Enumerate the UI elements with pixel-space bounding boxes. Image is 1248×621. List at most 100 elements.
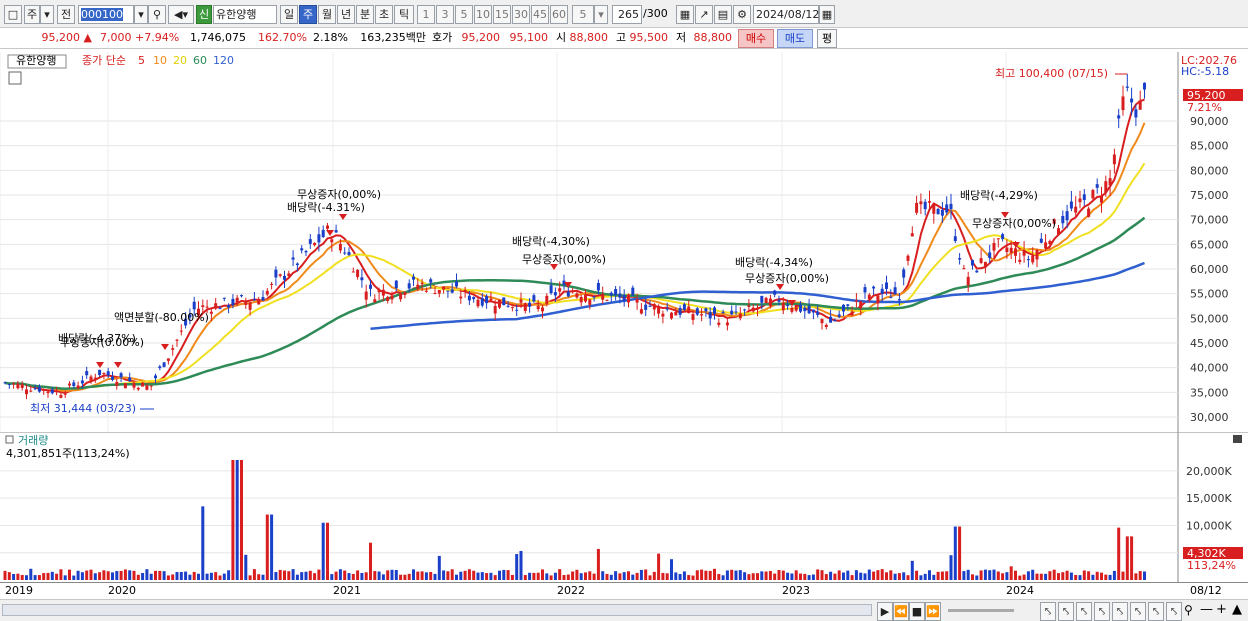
zoom-search-icon[interactable]: ⚲ bbox=[1184, 603, 1193, 617]
tab-second[interactable]: 초 bbox=[375, 5, 393, 24]
volume-bar bbox=[59, 569, 63, 580]
zoom-in-icon[interactable]: + bbox=[1216, 602, 1227, 617]
date-input[interactable]: 2024/08/12 bbox=[753, 5, 819, 24]
interval-10[interactable]: 10 bbox=[474, 5, 492, 24]
period-toggle[interactable]: 주 bbox=[24, 5, 40, 24]
candle-body bbox=[394, 280, 398, 289]
candle-body bbox=[29, 390, 33, 392]
volume-bar bbox=[992, 569, 996, 580]
volume-bar bbox=[1014, 570, 1017, 580]
candle-body bbox=[1125, 86, 1129, 88]
code-dropdown-icon[interactable]: ▾ bbox=[134, 5, 148, 24]
tab-minute[interactable]: 분 bbox=[356, 5, 374, 24]
interval-1[interactable]: 1 bbox=[417, 5, 435, 24]
interval-5[interactable]: 5 bbox=[455, 5, 473, 24]
draw-tool-icon-1[interactable]: ⤣ bbox=[1040, 602, 1056, 621]
draw-tool-icon-6[interactable]: ⤣ bbox=[1130, 602, 1146, 621]
zoom-slider[interactable] bbox=[948, 609, 1014, 612]
draw-tool-icon-8[interactable]: ⤣ bbox=[1166, 602, 1182, 621]
volume-bar bbox=[72, 575, 76, 580]
draw-tool-icon-4[interactable]: ⤣ bbox=[1094, 602, 1110, 621]
volume-bar bbox=[975, 575, 979, 580]
volume-close-icon[interactable] bbox=[1233, 435, 1242, 443]
volume-bar bbox=[300, 572, 304, 580]
candle-body bbox=[584, 295, 587, 302]
candle-body bbox=[811, 309, 815, 313]
interval-3[interactable]: 3 bbox=[436, 5, 454, 24]
candle-body bbox=[953, 236, 957, 241]
interval-45[interactable]: 45 bbox=[531, 5, 549, 24]
candle-body bbox=[59, 395, 63, 398]
scroll-right-icon[interactable]: ▶ bbox=[877, 602, 893, 621]
volume-bar bbox=[1001, 573, 1005, 580]
candle-body bbox=[515, 309, 519, 311]
volume-bar bbox=[132, 570, 136, 580]
tab-tick[interactable]: 틱 bbox=[394, 5, 414, 24]
tab-month[interactable]: 월 bbox=[318, 5, 336, 24]
save-icon[interactable]: ▤ bbox=[714, 5, 732, 24]
tab-day[interactable]: 일 bbox=[280, 5, 298, 24]
volume-bar bbox=[89, 569, 93, 580]
candle-body bbox=[166, 358, 170, 361]
interval-30[interactable]: 30 bbox=[512, 5, 530, 24]
price-chart[interactable]: 90,000 85,000 80,000 75,000 70,000 65,000 60,0… bbox=[0, 52, 1248, 432]
evaluate-button[interactable]: 평 bbox=[817, 29, 837, 48]
interval-15[interactable]: 15 bbox=[493, 5, 511, 24]
volume-bar bbox=[343, 570, 347, 580]
draw-tool-icon-2[interactable]: ⤣ bbox=[1058, 602, 1074, 621]
volume-bar bbox=[721, 575, 725, 580]
candle-body bbox=[700, 314, 704, 316]
candle-body bbox=[55, 390, 59, 392]
low-price: 88,800 bbox=[693, 31, 733, 44]
candle-body bbox=[480, 298, 484, 306]
draw-tool-icon-7[interactable]: ⤣ bbox=[1148, 602, 1164, 621]
data-table-icon[interactable] bbox=[8, 71, 22, 85]
volume-bar bbox=[166, 575, 170, 580]
candle-body bbox=[1087, 208, 1091, 217]
candle-body bbox=[983, 261, 987, 268]
volume-bar bbox=[549, 575, 553, 580]
volume-bar bbox=[523, 575, 527, 580]
sound-icon[interactable]: ◀▾ bbox=[168, 5, 194, 24]
volume-chart[interactable]: 20,000K15,000K10,000K5,000K 거래량 4,301,85… bbox=[0, 432, 1248, 582]
volume-bar bbox=[988, 570, 992, 580]
scroll-track[interactable] bbox=[2, 604, 872, 616]
prev-button[interactable]: 전 bbox=[57, 5, 75, 24]
volume-bar bbox=[708, 570, 712, 580]
volume-bar bbox=[1091, 574, 1095, 580]
volume-bar bbox=[136, 574, 140, 580]
zoom-out-icon[interactable]: — bbox=[1200, 602, 1213, 617]
draw-tool-icon-5[interactable]: ⤣ bbox=[1112, 602, 1128, 621]
fullscreen-icon[interactable]: ▲ bbox=[1232, 602, 1242, 617]
rewind-icon[interactable]: ⏪ bbox=[893, 602, 909, 621]
sell-button[interactable]: 매도 bbox=[777, 29, 813, 48]
interval-dropdown-icon[interactable]: ▾ bbox=[594, 5, 608, 24]
candle-body bbox=[424, 290, 428, 292]
legend-ma-20: 20 bbox=[173, 54, 187, 67]
volume-bar bbox=[106, 571, 110, 580]
draw-tool-icon-3[interactable]: ⤣ bbox=[1076, 602, 1092, 621]
stop-icon[interactable]: ■ bbox=[909, 602, 925, 621]
candle-body bbox=[695, 308, 699, 315]
volume-bar bbox=[1039, 573, 1043, 580]
period-dropdown-icon[interactable]: ▾ bbox=[40, 5, 54, 24]
stock-name-field[interactable]: 유한양행 bbox=[213, 5, 277, 24]
settings-icon[interactable]: ⚙ bbox=[733, 5, 751, 24]
chart-menu-icon[interactable]: □ bbox=[4, 5, 22, 24]
tab-year[interactable]: 년 bbox=[337, 5, 355, 24]
candle-body bbox=[205, 306, 209, 308]
interval-60[interactable]: 60 bbox=[550, 5, 568, 24]
fast-forward-icon[interactable]: ⏩ bbox=[925, 602, 941, 621]
calendar-icon[interactable]: ▦ bbox=[819, 5, 835, 24]
volume-bar bbox=[854, 570, 858, 580]
stock-code-input[interactable]: 000100 bbox=[78, 5, 134, 24]
line-tool-icon[interactable]: ↗ bbox=[695, 5, 713, 24]
candle-type-icon[interactable]: ▦ bbox=[676, 5, 694, 24]
volume-bar bbox=[652, 571, 656, 580]
interval-select[interactable]: 5 bbox=[572, 5, 594, 24]
volume-bar bbox=[291, 569, 295, 580]
search-icon[interactable]: ⚲ bbox=[148, 5, 166, 24]
count-input[interactable]: 265 bbox=[612, 5, 642, 24]
buy-button[interactable]: 매수 bbox=[738, 29, 774, 48]
tab-week[interactable]: 주 bbox=[299, 5, 317, 24]
